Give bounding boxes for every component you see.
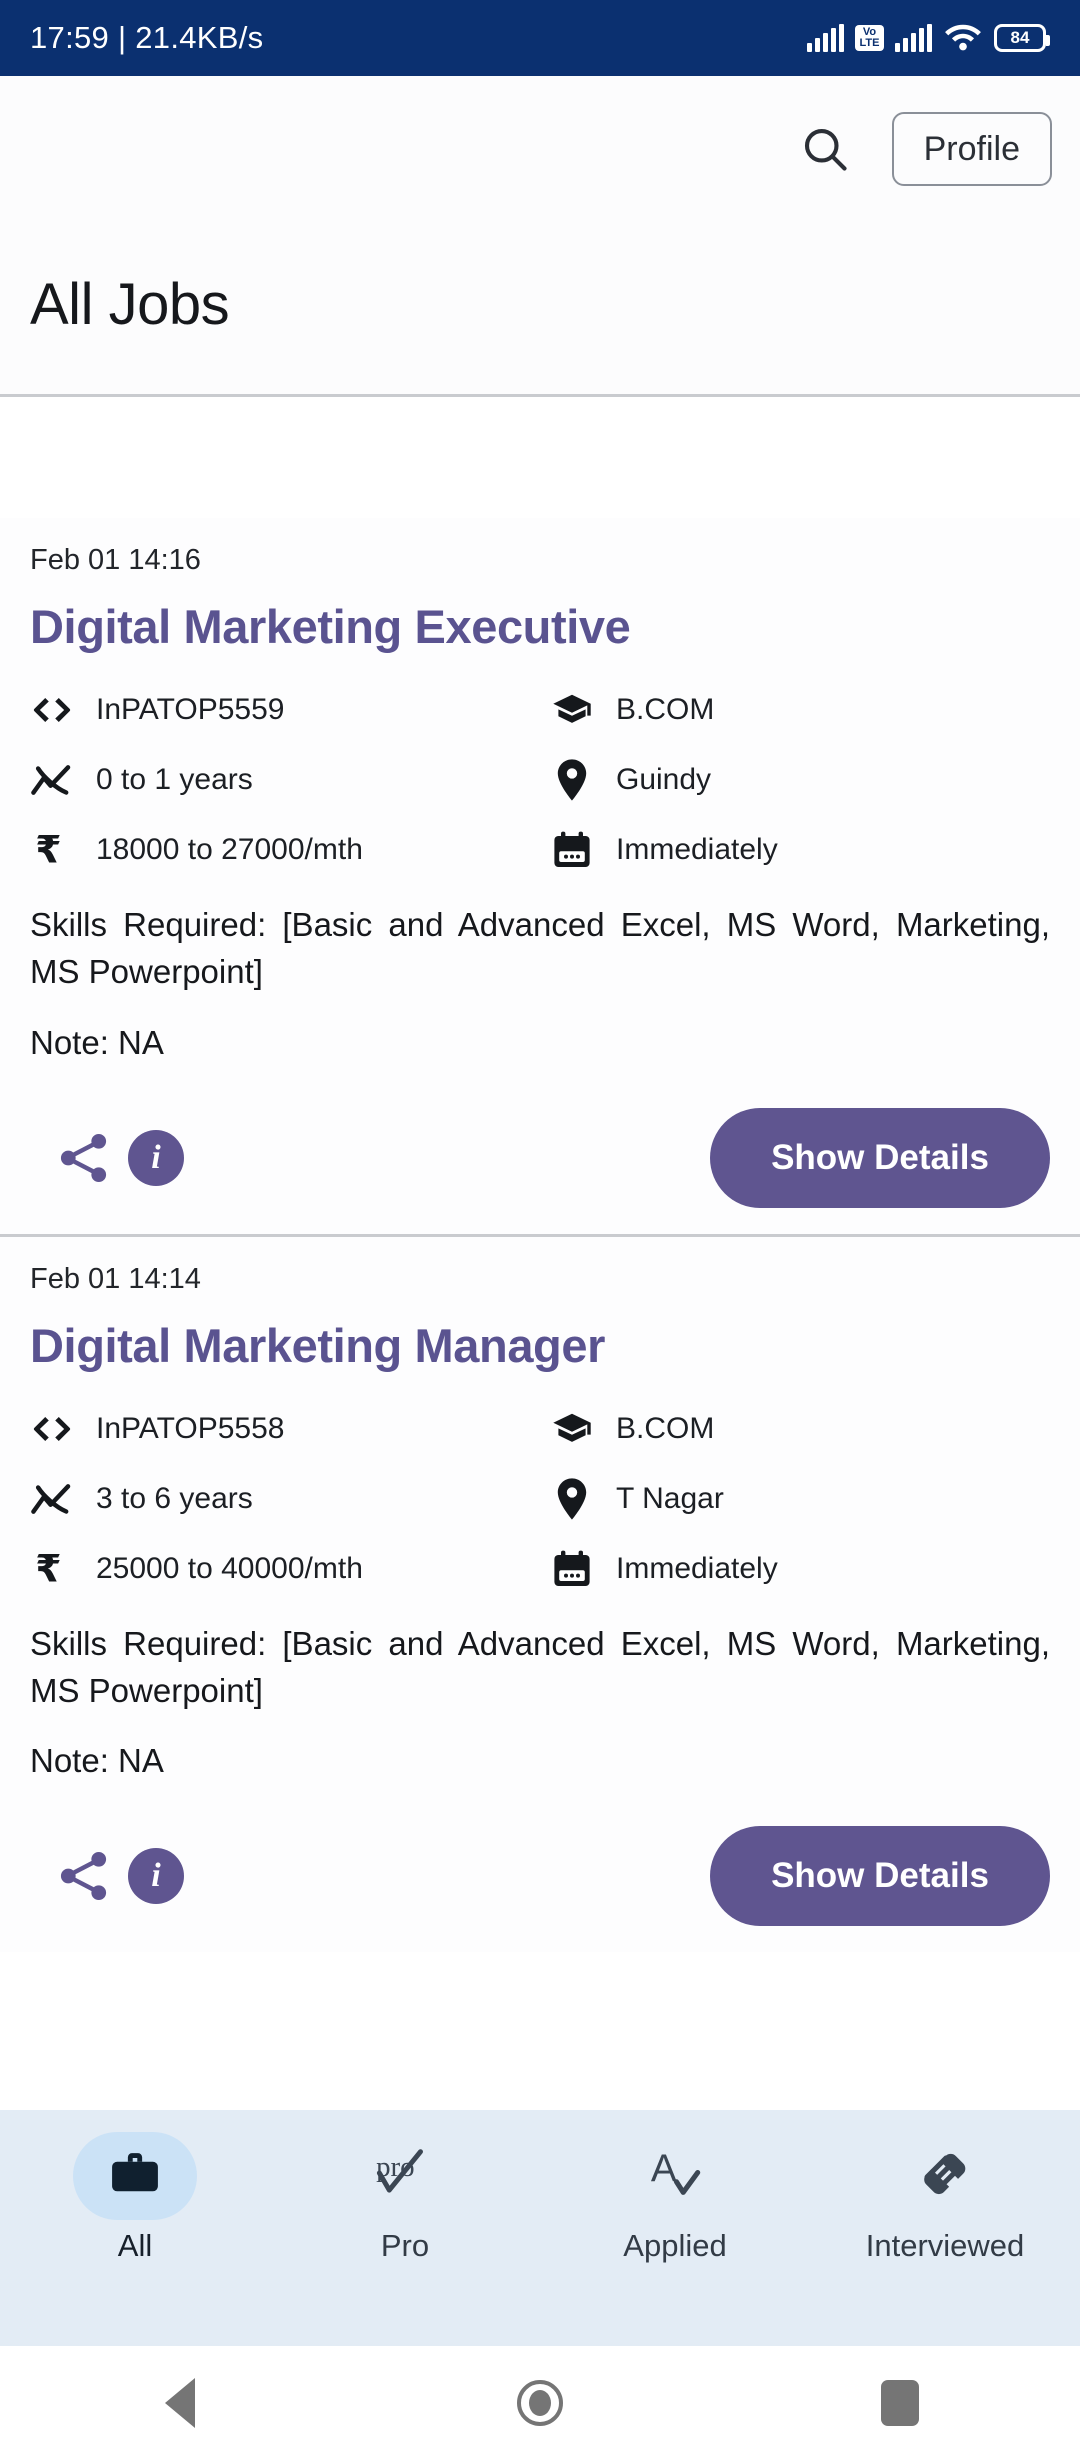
signal-strength-icon-1 — [807, 24, 844, 52]
qualification-value: B.COM — [616, 693, 715, 726]
nav-label-pro: Pro — [380, 2228, 430, 2263]
recents-square-icon[interactable] — [840, 2363, 960, 2443]
status-icons: Vo LTE 84 — [807, 20, 1050, 57]
calendar-icon — [550, 1547, 594, 1591]
job-card[interactable]: Feb 01 14:14 Digital Marketing Manager I… — [0, 1236, 1080, 1953]
share-icon[interactable] — [48, 1122, 120, 1194]
wifi-icon — [943, 20, 983, 57]
page-title: All Jobs — [0, 221, 1080, 394]
profile-button[interactable]: Profile — [891, 111, 1052, 186]
nav-label-interviewed: Interviewed — [865, 2228, 1025, 2263]
handshake-icon — [916, 2145, 974, 2208]
nav-active-pill — [73, 2132, 197, 2220]
job-meta-grid: InPATOP5558 B.COM 3 to 6 years T Nagar ₹… — [30, 1407, 1050, 1591]
note-text: Note: NA — [30, 1023, 164, 1061]
nav-label-all: All — [117, 2228, 153, 2263]
nav-label-applied: Applied — [623, 2228, 727, 2263]
home-circle-icon[interactable] — [480, 2363, 600, 2443]
job-code-value: InPATOP5558 — [96, 1411, 285, 1445]
experience-trend-icon — [30, 1477, 74, 1521]
android-navigation-bar — [0, 2346, 1080, 2460]
nav-item-pro[interactable]: pro Pro — [270, 2132, 540, 2264]
back-triangle-icon[interactable] — [120, 2363, 240, 2443]
salary-value: 25000 to 40000/mth — [96, 1551, 363, 1585]
info-icon[interactable]: i — [120, 1840, 192, 1912]
info-icon-glyph: i — [128, 1848, 184, 1905]
nav-item-applied[interactable]: A Applied — [540, 2132, 810, 2264]
info-icon-glyph: i — [128, 1129, 184, 1186]
bottom-navigation: All pro Pro A Applied Interviewed — [0, 2110, 1080, 2346]
job-title: Digital Marketing Manager — [30, 1318, 605, 1372]
qualification-value: B.COM — [616, 1411, 715, 1445]
a-check-icon: A — [646, 2145, 704, 2208]
battery-icon: 84 — [994, 24, 1050, 52]
svg-text:₹: ₹ — [35, 1548, 61, 1590]
qualification-row: B.COM — [550, 1407, 1050, 1451]
job-code-row: InPATOP5559 — [30, 688, 550, 732]
job-title: Digital Marketing Executive — [30, 600, 631, 653]
job-posted-date: Feb 01 14:16 — [30, 544, 201, 576]
skills-required-text: Skills Required: [Basic and Advanced Exc… — [30, 1624, 1050, 1709]
experience-value: 3 to 6 years — [96, 1481, 253, 1515]
job-code-value: InPATOP5559 — [96, 693, 285, 726]
rupee-icon: ₹ — [30, 1547, 74, 1591]
graduation-cap-icon — [550, 1407, 594, 1451]
salary-row: ₹ 18000 to 27000/mth — [30, 828, 550, 872]
salary-value: 18000 to 27000/mth — [96, 833, 363, 866]
graduation-cap-icon — [550, 688, 594, 732]
pro-check-icon: pro — [374, 2145, 436, 2208]
nav-item-interviewed[interactable]: Interviewed — [810, 2132, 1080, 2264]
show-details-button[interactable]: Show Details — [710, 1826, 1050, 1927]
experience-trend-icon — [30, 758, 74, 802]
code-brackets-icon — [30, 1407, 74, 1451]
experience-row: 3 to 6 years — [30, 1477, 550, 1521]
info-icon[interactable]: i — [120, 1122, 192, 1194]
job-card-actions: i Show Details — [30, 1826, 1050, 1952]
joining-value: Immediately — [616, 833, 778, 866]
volte-icon: Vo LTE — [855, 25, 884, 51]
calendar-icon — [550, 828, 594, 872]
search-icon[interactable] — [792, 116, 858, 182]
show-details-button[interactable]: Show Details — [710, 1107, 1050, 1208]
status-time-and-network-speed: 17:59 | 21.4KB/s — [30, 20, 264, 55]
job-card-actions: i Show Details — [30, 1107, 1050, 1234]
location-value: T Nagar — [616, 1481, 724, 1515]
nav-pill: pro — [343, 2132, 467, 2220]
joining-row: Immediately — [550, 828, 1050, 872]
joining-value: Immediately — [616, 1551, 778, 1585]
app-bar: Profile — [0, 76, 1080, 221]
experience-row: 0 to 1 years — [30, 758, 550, 802]
volte-icon-bottom-label: LTE — [859, 37, 880, 49]
rupee-icon: ₹ — [30, 828, 74, 872]
note-text: Note: NA — [30, 1742, 164, 1780]
briefcase-icon — [107, 2146, 163, 2207]
salary-row: ₹ 25000 to 40000/mth — [30, 1547, 550, 1591]
code-brackets-icon — [30, 688, 74, 732]
skills-required-text: Skills Required: [Basic and Advanced Exc… — [30, 906, 1050, 990]
status-bar: 17:59 | 21.4KB/s Vo LTE 84 — [0, 0, 1080, 76]
qualification-row: B.COM — [550, 688, 1050, 732]
job-code-row: InPATOP5558 — [30, 1407, 550, 1451]
signal-strength-icon-2 — [895, 24, 932, 52]
location-row: T Nagar — [550, 1477, 1050, 1521]
nav-pill: A — [613, 2132, 737, 2220]
job-list: Feb 01 14:16 Digital Marketing Executive… — [0, 518, 1080, 2110]
battery-percent-label: 84 — [1010, 28, 1030, 47]
location-row: Guindy — [550, 758, 1050, 802]
share-icon[interactable] — [48, 1840, 120, 1912]
job-posted-date: Feb 01 14:14 — [30, 1262, 201, 1295]
job-meta-grid: InPATOP5559 B.COM 0 to 1 years Guindy ₹ … — [30, 688, 1050, 872]
svg-text:A: A — [651, 2147, 677, 2190]
joining-row: Immediately — [550, 1547, 1050, 1591]
experience-value: 0 to 1 years — [96, 763, 253, 796]
location-pin-icon — [550, 1477, 594, 1521]
job-card[interactable]: Feb 01 14:16 Digital Marketing Executive… — [0, 518, 1080, 1234]
nav-item-all[interactable]: All — [0, 2132, 270, 2264]
nav-pill — [883, 2132, 1007, 2220]
svg-text:₹: ₹ — [35, 829, 61, 871]
header-divider — [0, 394, 1080, 397]
location-value: Guindy — [616, 763, 712, 796]
location-pin-icon — [550, 758, 594, 802]
